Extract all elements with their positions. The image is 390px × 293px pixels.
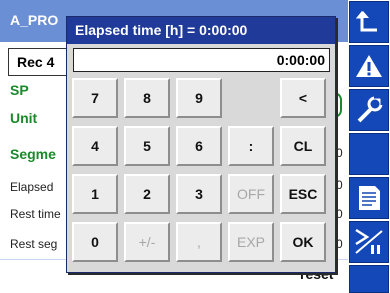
- key-blank: [228, 78, 274, 118]
- key-decimal: ,: [176, 222, 222, 262]
- up-button[interactable]: [349, 1, 389, 43]
- warning-button[interactable]: [349, 45, 389, 87]
- blank-button[interactable]: [349, 133, 389, 175]
- document-button[interactable]: [349, 177, 389, 219]
- key-escape[interactable]: ESC: [280, 174, 326, 214]
- key-9[interactable]: 9: [176, 78, 222, 118]
- document-icon: [359, 186, 380, 210]
- key-off: OFF: [228, 174, 274, 214]
- key-clear[interactable]: CL: [280, 126, 326, 166]
- key-3[interactable]: 3: [176, 174, 222, 214]
- segment-label: Segme: [10, 146, 56, 162]
- warning-icon: [356, 55, 382, 77]
- key-5[interactable]: 5: [124, 126, 170, 166]
- key-4[interactable]: 4: [72, 126, 118, 166]
- arrow-up-icon: [355, 11, 377, 32]
- start-pause-icon: [355, 228, 383, 254]
- sp-label: SP: [10, 82, 29, 98]
- elapsed-label: Elapsed: [10, 180, 54, 194]
- tools-button[interactable]: [349, 89, 389, 131]
- key-6[interactable]: 6: [176, 126, 222, 166]
- key-2[interactable]: 2: [124, 174, 170, 214]
- elapsed-value[interactable]: 0: [336, 178, 343, 192]
- sidebar-bottom-button[interactable]: [349, 265, 389, 293]
- unit-label: Unit: [10, 110, 38, 126]
- right-sidebar: [348, 0, 390, 293]
- key-1[interactable]: 1: [72, 174, 118, 214]
- key-backspace[interactable]: <: [280, 78, 326, 118]
- dialog-title: Elapsed time [h] = 0:00:00: [67, 17, 335, 44]
- wrench-icon: [357, 95, 384, 123]
- rest-segment-label: Rest seg: [10, 237, 58, 251]
- background-title: A_PRO: [10, 12, 59, 28]
- key-sign: +/-: [124, 222, 170, 262]
- rest-time-label: Rest time: [10, 207, 61, 221]
- key-colon[interactable]: :: [228, 126, 274, 166]
- rest-segment-value[interactable]: 0: [336, 237, 343, 251]
- key-exp: EXP: [228, 222, 274, 262]
- app-screen: A_PRO Rec 4 SP Unit Segme Elapsed Rest t…: [0, 0, 390, 293]
- key-8[interactable]: 8: [124, 78, 170, 118]
- key-7[interactable]: 7: [72, 78, 118, 118]
- key-0[interactable]: 0: [72, 222, 118, 262]
- key-ok[interactable]: OK: [280, 222, 326, 262]
- value-display[interactable]: 0:00:00: [73, 48, 330, 72]
- start-pause-button[interactable]: [349, 221, 389, 263]
- numeric-keypad-dialog: Elapsed time [h] = 0:00:00 0:00:00 7 8 9…: [66, 16, 336, 273]
- rest-time-value[interactable]: 0: [336, 207, 343, 221]
- segment-value: 0: [336, 146, 343, 160]
